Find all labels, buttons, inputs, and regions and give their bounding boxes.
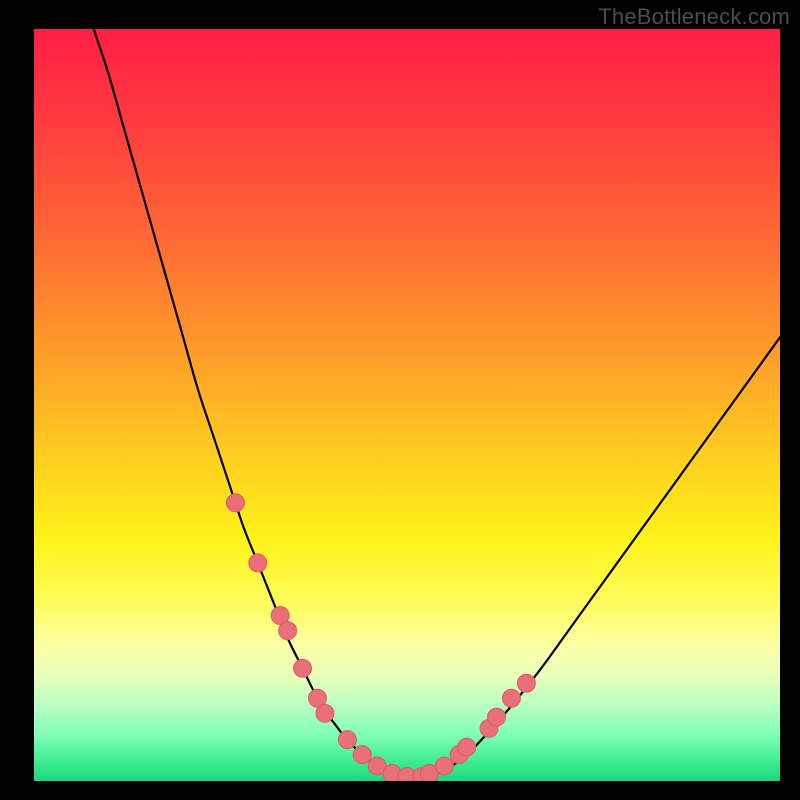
chart-plot-area — [34, 29, 780, 781]
data-point-marker — [316, 704, 334, 722]
data-point-marker — [279, 622, 297, 640]
data-point-marker — [488, 708, 506, 726]
chart-frame: TheBottleneck.com — [0, 0, 800, 800]
data-point-marker — [353, 746, 371, 764]
data-point-marker — [458, 738, 476, 756]
watermark-text: TheBottleneck.com — [598, 4, 790, 30]
data-point-marker — [517, 674, 535, 692]
data-point-marker — [502, 689, 520, 707]
marker-group — [226, 494, 535, 781]
data-point-marker — [338, 731, 356, 749]
data-point-marker — [435, 757, 453, 775]
data-point-marker — [226, 494, 244, 512]
data-point-marker — [249, 554, 267, 572]
chart-svg — [34, 29, 780, 781]
data-point-marker — [294, 659, 312, 677]
bottleneck-curve — [94, 29, 780, 777]
